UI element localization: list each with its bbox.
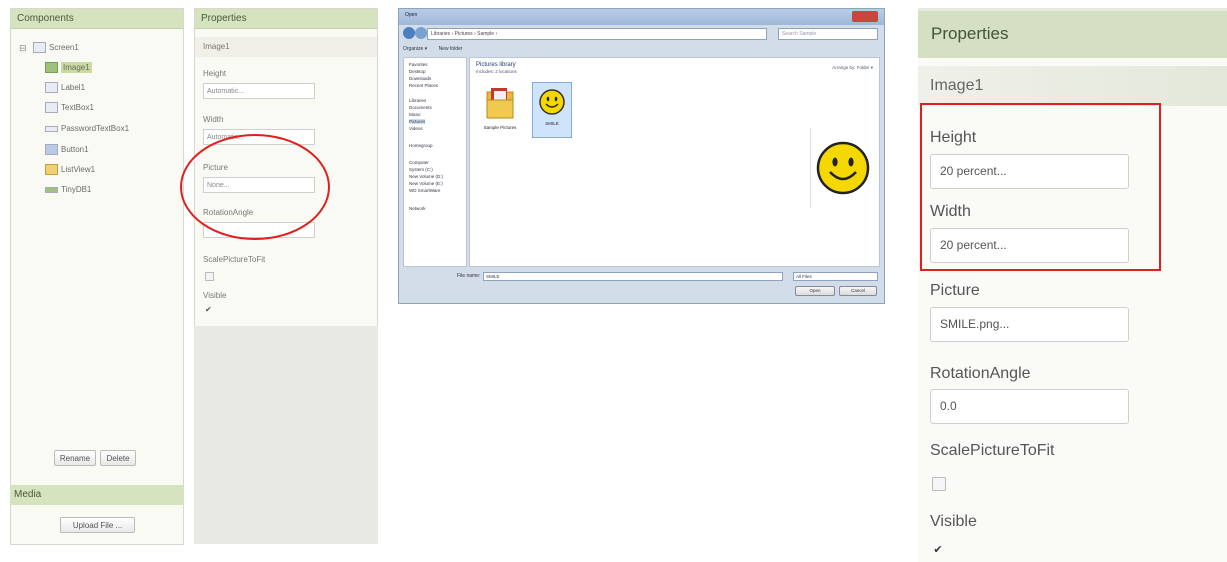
size-highlight-box [920, 103, 1161, 271]
screen-icon [33, 42, 46, 54]
dialog-toolbar: Organize ▾ New folder [403, 43, 880, 55]
components-header: Components [11, 9, 183, 29]
cancel-button[interactable]: Cancel [839, 286, 877, 296]
upload-file-button[interactable]: Upload File ... [60, 517, 135, 533]
nav-item-desktop[interactable]: Desktop [409, 69, 426, 74]
tree-item-label1[interactable]: Label1 [45, 81, 85, 95]
preview-pane [810, 128, 876, 208]
smiley-icon [539, 89, 565, 115]
dialog-address-row: Libraries › Pictures › Sample › Search S… [403, 27, 880, 41]
nav-item-libraries[interactable]: Libraries [409, 98, 426, 103]
properties-panel-large: Properties Image1 Height 20 percent... W… [918, 8, 1227, 562]
width-label-small: Width [203, 115, 224, 124]
textbox-icon [45, 102, 58, 114]
dialog-title: Open [405, 12, 418, 18]
picture-field-large[interactable]: SMILE.png... [930, 307, 1129, 342]
tree-item-tinydb1[interactable]: TinyDB1 [45, 183, 91, 197]
organize-button[interactable]: Organize ▾ [403, 46, 427, 52]
media-header: Media [10, 485, 184, 505]
nav-item-favorites[interactable]: Favorites [409, 62, 428, 67]
nav-item-documents[interactable]: Documents [409, 105, 432, 110]
file-open-dialog: Open Libraries › Pictures › Sample › Sea… [398, 8, 885, 304]
delete-button[interactable]: Delete [100, 450, 136, 466]
filename-label: File name: [457, 273, 481, 279]
button-icon [45, 144, 58, 156]
properties-header-large: Properties [918, 8, 1227, 58]
back-icon[interactable] [403, 27, 415, 39]
component-name-large: Image1 [918, 66, 1227, 106]
tree-item-listview1[interactable]: ListView1 [45, 163, 95, 177]
properties-panel-background [194, 326, 378, 544]
rotation-field-large[interactable]: 0.0 [930, 389, 1129, 424]
visible-label-large: Visible [930, 513, 977, 530]
nav-item-drive-d[interactable]: New Volume (D:) [409, 174, 443, 179]
tinydb-icon [45, 186, 58, 193]
dialog-file-pane: Pictures library Includes: 2 locations A… [469, 57, 880, 267]
file-item-smile[interactable]: SMILE [532, 82, 572, 138]
dialog-titlebar: Open [399, 9, 884, 25]
tree-item-screen1[interactable]: Screen1 [33, 41, 79, 55]
library-subtitle: Includes: 2 locations [476, 69, 517, 74]
tree-item-image1[interactable]: Image1 [45, 61, 92, 75]
nav-item-pictures[interactable]: Pictures [409, 119, 426, 124]
components-panel: Components ⊟ Screen1 Image1 Label1 TextB… [10, 8, 184, 545]
smiley-preview-icon [816, 141, 870, 195]
visible-label-small: Visible [203, 291, 227, 300]
height-field-small[interactable]: Automatic... [203, 83, 315, 99]
file-type-select[interactable]: All Files [793, 272, 878, 281]
picture-label-large: Picture [930, 282, 980, 299]
folder-icon [486, 88, 514, 119]
file-name: Sample Pictures [483, 125, 517, 130]
rotation-label-large: RotationAngle [930, 365, 1031, 382]
component-name-small: Image1 [195, 37, 377, 57]
visible-checkbox-small[interactable]: ✔ [205, 306, 212, 314]
nav-item-videos[interactable]: Videos [409, 126, 423, 131]
listview-icon [45, 164, 58, 176]
nav-item-computer[interactable]: Computer [409, 160, 429, 165]
forward-icon[interactable] [415, 27, 427, 39]
nav-item-smartware[interactable]: WD SmartWare [409, 188, 440, 193]
filename-input[interactable]: SMILE [483, 272, 783, 281]
nav-item-drive-c[interactable]: System (C:) [409, 167, 433, 172]
open-button[interactable]: Open [795, 286, 835, 296]
arrange-by-dropdown[interactable]: Arrange by: Folder ▾ [832, 65, 873, 71]
nav-item-recent[interactable]: Recent Places [409, 83, 438, 88]
scale-label-large: ScalePictureToFit [930, 442, 1055, 459]
dialog-nav-pane: Favorites Desktop Downloads Recent Place… [403, 57, 467, 267]
search-input[interactable]: Search Sample [778, 28, 878, 40]
properties-header-small: Properties [195, 9, 377, 29]
new-folder-button[interactable]: New folder [439, 46, 463, 52]
picture-highlight-ellipse [180, 134, 330, 240]
file-item-sample-pictures[interactable]: Sample Pictures [480, 86, 520, 134]
scale-label-small: ScalePictureToFit [203, 255, 266, 264]
scale-checkbox-small[interactable] [205, 272, 214, 281]
scale-checkbox-large[interactable] [932, 477, 946, 491]
nav-item-drive-e[interactable]: New Volume (E:) [409, 181, 443, 186]
nav-item-music[interactable]: Music [409, 112, 421, 117]
dialog-bottom-bar: File name: SMILE All Files Open Cancel [403, 271, 880, 301]
address-bar[interactable]: Libraries › Pictures › Sample › [427, 28, 767, 40]
file-name: SMILE [545, 121, 559, 126]
collapse-toggle-icon[interactable]: ⊟ [19, 43, 27, 54]
label-icon [45, 82, 58, 94]
visible-checkbox-large[interactable]: ✔ [932, 544, 944, 556]
password-textbox-icon [45, 125, 58, 132]
nav-item-homegroup[interactable]: Homegroup [409, 143, 433, 148]
image-icon [45, 62, 58, 74]
rename-button[interactable]: Rename [54, 450, 96, 466]
tree-item-button1[interactable]: Button1 [45, 143, 89, 157]
dialog-close-button[interactable] [852, 11, 878, 22]
tree-item-passwordtextbox1[interactable]: PasswordTextBox1 [45, 122, 129, 136]
height-label-small: Height [203, 69, 227, 78]
library-title: Pictures library [476, 62, 516, 68]
nav-item-network[interactable]: Network [409, 206, 426, 211]
nav-item-downloads[interactable]: Downloads [409, 76, 431, 81]
tree-item-textbox1[interactable]: TextBox1 [45, 101, 94, 115]
